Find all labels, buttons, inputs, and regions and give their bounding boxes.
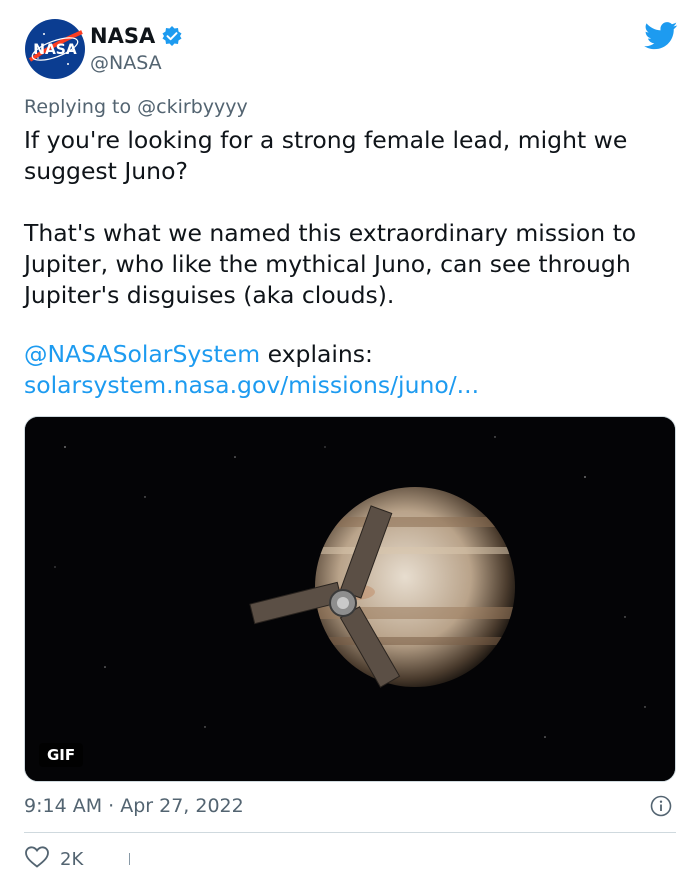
jupiter-juno-image xyxy=(25,417,675,781)
tweet-card: NASA NASA @NASA Replying to @ckirbyyyy I… xyxy=(0,0,700,886)
action-separator xyxy=(129,853,131,865)
info-icon[interactable] xyxy=(650,795,672,817)
divider xyxy=(24,832,676,833)
reply-prefix: Replying to xyxy=(24,96,138,118)
url-link[interactable]: solarsystem.nasa.gov/missions/juno/... xyxy=(24,371,479,399)
mention-suffix: explains: xyxy=(260,340,373,368)
verified-badge-icon xyxy=(161,25,183,47)
author-name-text[interactable]: NASA xyxy=(90,23,155,49)
gif-media[interactable]: GIF xyxy=(24,416,676,782)
actions-bar: 2K xyxy=(24,845,131,873)
twitter-bird-icon[interactable] xyxy=(644,22,678,50)
author-name[interactable]: NASA xyxy=(90,23,183,49)
tweet-timestamp[interactable]: 9:14 AM · Apr 27, 2022 xyxy=(24,794,244,818)
heart-icon[interactable] xyxy=(24,845,50,873)
author-handle[interactable]: @NASA xyxy=(90,51,162,75)
mention-link[interactable]: @NASASolarSystem xyxy=(24,340,260,368)
reply-to-line: Replying to @ckirbyyyy xyxy=(24,95,248,119)
gif-badge: GIF xyxy=(39,743,84,767)
like-count[interactable]: 2K xyxy=(60,849,83,870)
reply-mention-link[interactable]: @ckirbyyyy xyxy=(137,96,248,118)
avatar[interactable]: NASA xyxy=(24,18,86,80)
avatar-text: NASA xyxy=(33,42,77,58)
tweet-paragraph-1: If you're looking for a strong female le… xyxy=(24,126,628,185)
tweet-paragraph-2: That's what we named this extraordinary … xyxy=(24,219,637,309)
tweet-paragraph-3: @NASASolarSystem explains: solarsystem.n… xyxy=(24,339,684,401)
